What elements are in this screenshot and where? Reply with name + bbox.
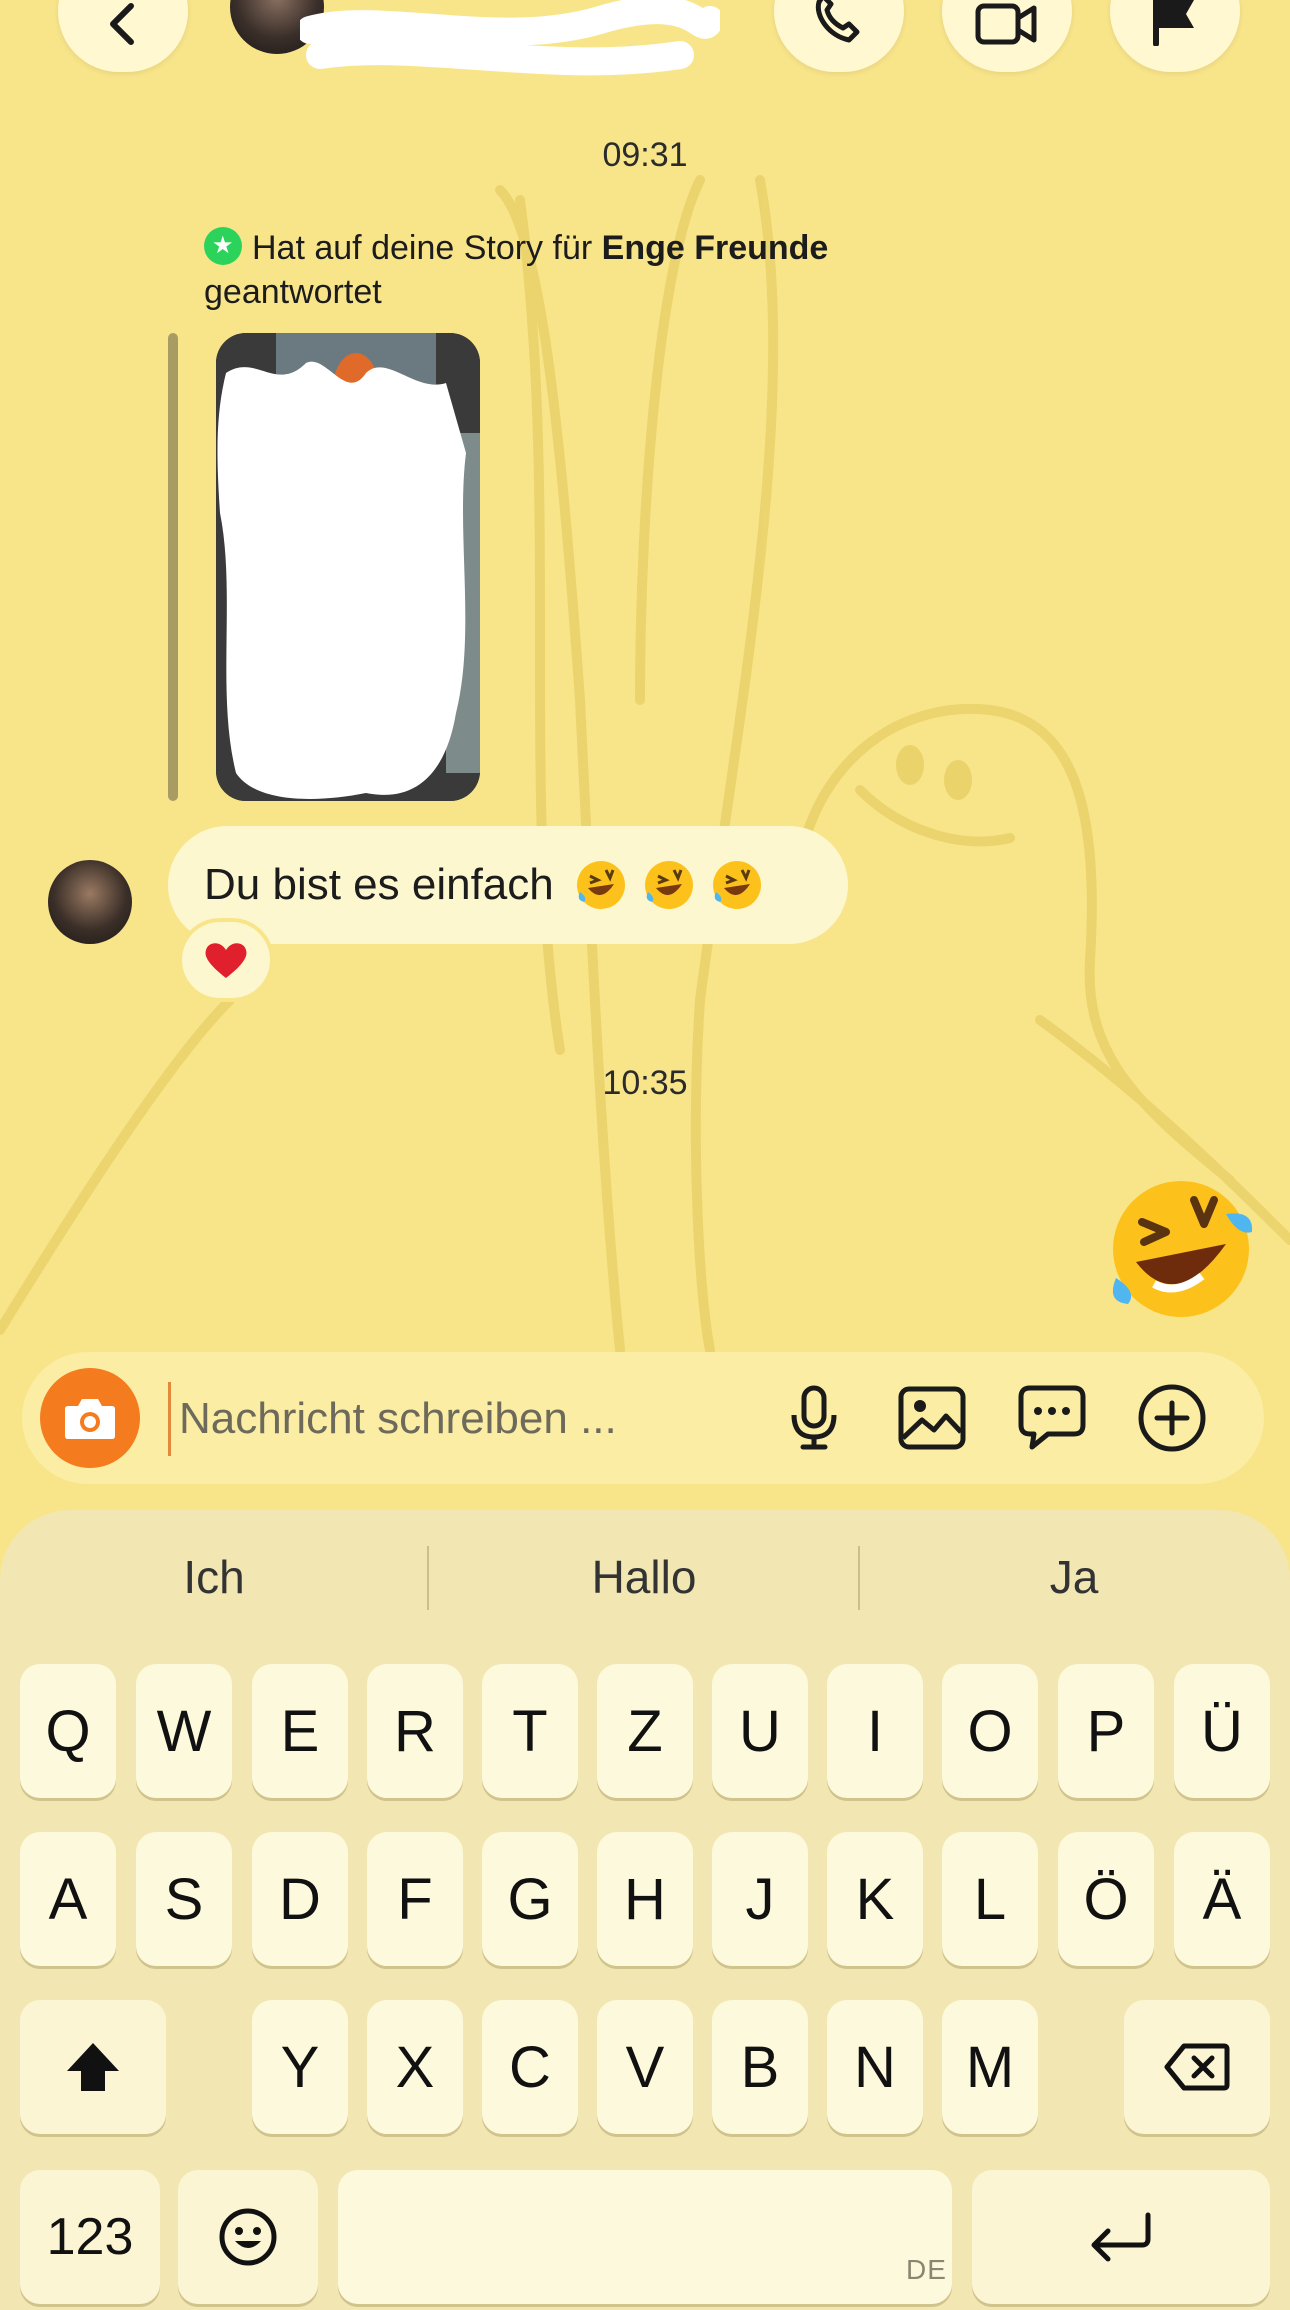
quick-replies-button[interactable] <box>1014 1380 1090 1456</box>
sender-avatar[interactable] <box>48 860 132 944</box>
key-h[interactable]: H <box>597 1832 693 1966</box>
keyboard: Ich Hallo Ja Q W E R T Z U I O P Ü A S D… <box>0 1510 1290 2310</box>
heart-reaction[interactable] <box>182 922 270 998</box>
camera-icon <box>65 1399 115 1439</box>
timestamp: 10:35 <box>602 1064 688 1102</box>
message-bubble[interactable]: Du bist es einfach <box>168 826 848 944</box>
shift-key[interactable] <box>20 2000 166 2134</box>
timestamp: 09:31 <box>602 136 688 174</box>
quote-bar <box>168 333 178 801</box>
key-t[interactable]: T <box>482 1664 578 1798</box>
backspace-icon <box>1164 2043 1230 2091</box>
key-i[interactable]: I <box>827 1664 923 1798</box>
key-u[interactable]: U <box>712 1664 808 1798</box>
image-icon <box>898 1386 966 1450</box>
key-oe[interactable]: Ö <box>1058 1832 1154 1966</box>
more-options-button[interactable] <box>1134 1380 1210 1456</box>
camera-button[interactable] <box>40 1368 140 1468</box>
rofl-emoji-sent[interactable] <box>1106 1174 1256 1324</box>
key-a[interactable]: A <box>20 1832 116 1966</box>
key-x[interactable]: X <box>367 2000 463 2134</box>
message-composer <box>22 1352 1264 1484</box>
message-input[interactable] <box>168 1382 741 1456</box>
microphone-icon <box>791 1385 837 1450</box>
emoji-key[interactable] <box>178 2170 318 2304</box>
story-thumbnail[interactable] <box>216 333 480 801</box>
key-p[interactable]: P <box>1058 1664 1154 1798</box>
key-j[interactable]: J <box>712 1832 808 1966</box>
voice-message-button[interactable] <box>776 1380 852 1456</box>
chevron-left-icon <box>110 3 134 45</box>
key-e[interactable]: E <box>252 1664 348 1798</box>
suggestion-3[interactable]: Ja <box>860 1550 1288 1604</box>
key-r[interactable]: R <box>367 1664 463 1798</box>
smiley-icon <box>219 2208 277 2266</box>
redacted-contact-name <box>300 0 720 76</box>
story-reply-suffix: geantwortet <box>204 273 382 311</box>
key-c[interactable]: C <box>482 2000 578 2134</box>
key-v[interactable]: V <box>597 2000 693 2134</box>
backspace-key[interactable] <box>1124 2000 1270 2134</box>
key-ue[interactable]: Ü <box>1174 1664 1270 1798</box>
suggestion-2[interactable]: Hallo <box>430 1550 858 1604</box>
key-d[interactable]: D <box>252 1832 348 1966</box>
story-reply-audience: Enge Freunde <box>601 229 829 267</box>
key-l[interactable]: L <box>942 1832 1038 1966</box>
key-ae[interactable]: Ä <box>1174 1832 1270 1966</box>
message-text: Du bist es einfach <box>204 860 554 909</box>
phone-icon <box>815 0 860 43</box>
heart-emoji <box>205 943 247 978</box>
story-reply-note: Hat auf deine Story für Enge Freunde gea… <box>204 226 964 314</box>
return-key[interactable] <box>972 2170 1270 2304</box>
gallery-button[interactable] <box>894 1380 970 1456</box>
key-f[interactable]: F <box>367 1832 463 1966</box>
video-icon <box>975 3 1037 45</box>
rofl-emoji <box>712 861 761 909</box>
key-m[interactable]: M <box>942 2000 1038 2134</box>
story-reply-prefix: Hat auf deine Story für <box>252 229 593 267</box>
rofl-emoji <box>576 861 625 909</box>
flag-icon <box>1153 0 1194 46</box>
shift-arrow-icon <box>67 2043 119 2091</box>
close-friends-star-icon <box>204 227 242 265</box>
key-o[interactable]: O <box>942 1664 1038 1798</box>
key-y[interactable]: Y <box>252 2000 348 2134</box>
suggestion-1[interactable]: Ich <box>0 1550 428 1604</box>
key-b[interactable]: B <box>712 2000 808 2134</box>
keyboard-language-label: DE <box>906 2254 947 2285</box>
chat-bubble-icon <box>1018 1385 1086 1450</box>
story-image <box>216 333 480 801</box>
rofl-emoji <box>644 861 693 909</box>
key-s[interactable]: S <box>136 1832 232 1966</box>
space-key[interactable] <box>338 2170 952 2304</box>
key-w[interactable]: W <box>136 1664 232 1798</box>
key-k[interactable]: K <box>827 1832 923 1966</box>
key-g[interactable]: G <box>482 1832 578 1966</box>
key-q[interactable]: Q <box>20 1664 116 1798</box>
key-n[interactable]: N <box>827 2000 923 2134</box>
numbers-key[interactable]: 123 <box>20 2170 160 2304</box>
return-icon <box>1091 2212 1151 2262</box>
plus-circle-icon <box>1138 1384 1206 1452</box>
key-z[interactable]: Z <box>597 1664 693 1798</box>
suggestion-divider <box>427 1546 429 1610</box>
